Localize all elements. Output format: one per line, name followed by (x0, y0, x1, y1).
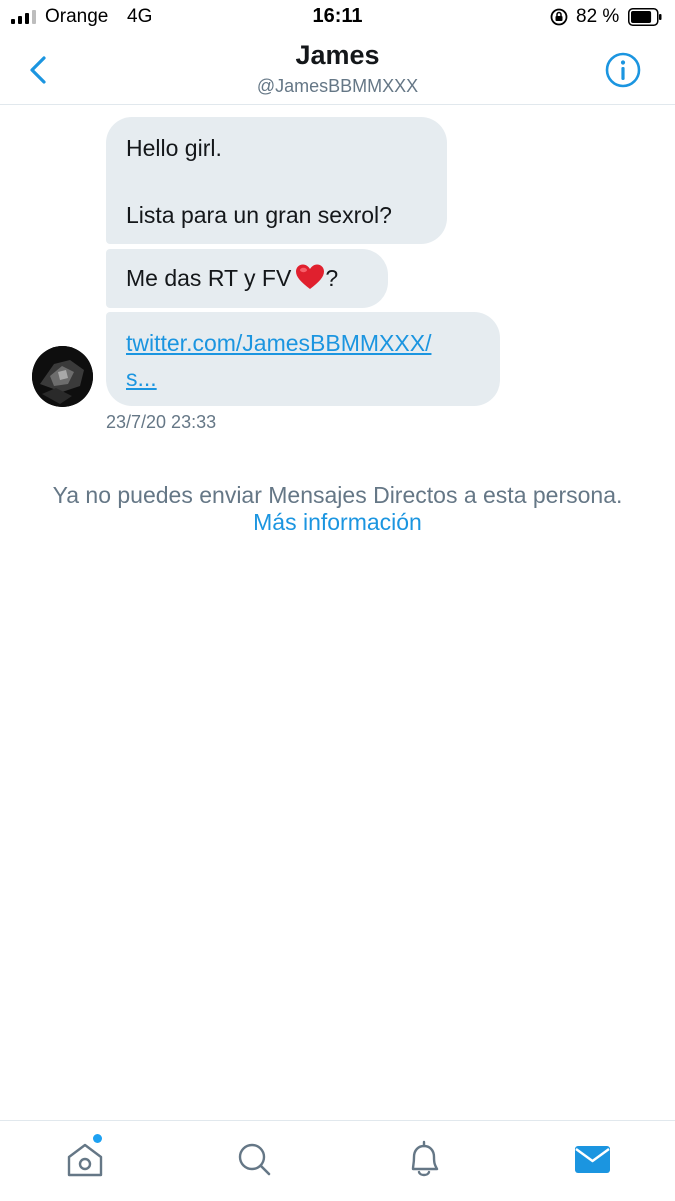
info-button[interactable] (604, 51, 642, 89)
message-bubble[interactable]: twitter.com/JamesBBMMXXX/ s... (106, 312, 500, 406)
message-text: Lista para un gran sexrol? (126, 202, 392, 228)
avatar[interactable] (32, 346, 93, 407)
message-bubble[interactable]: Me das RT y FV ? (106, 249, 388, 308)
rotation-lock-icon (550, 8, 568, 26)
contact-handle: @JamesBBMMXXX (256, 76, 419, 96)
message-bubble[interactable]: Hello girl. Lista para un gran sexrol? (106, 117, 447, 244)
status-bar: Orange 4G 16:11 82 % (0, 0, 675, 36)
bell-icon (411, 1140, 439, 1177)
tab-search[interactable] (234, 1137, 274, 1181)
home-icon (67, 1143, 103, 1177)
battery-percentage: 82 % (576, 6, 620, 27)
message-link[interactable]: twitter.com/JamesBBMMXXX/ (126, 326, 480, 361)
notification-dot (93, 1134, 102, 1143)
status-time: 16:11 (312, 5, 363, 27)
avatar-image (32, 346, 93, 407)
search-icon (238, 1143, 271, 1176)
message-text: Me das RT y FV (126, 265, 292, 291)
dm-restriction-notice: Ya no puedes enviar Mensajes Directos a … (52, 482, 623, 508)
more-info-link[interactable]: Más información (0, 509, 675, 536)
message-text: Hello girl. (126, 135, 222, 161)
tab-bar (0, 1120, 675, 1201)
conversation-header: James @JamesBBMMXXX (0, 36, 675, 105)
tab-home[interactable] (65, 1134, 105, 1181)
contact-name: James (295, 40, 380, 70)
message-link[interactable]: s... (126, 361, 480, 396)
mail-icon (575, 1146, 610, 1173)
tab-messages[interactable] (573, 1137, 613, 1181)
message-timestamp: 23/7/20 23:33 (106, 412, 217, 432)
message-suffix: ? (325, 265, 339, 291)
tab-notifications[interactable] (404, 1137, 444, 1181)
battery-icon (628, 8, 662, 26)
heart-emoji-icon (296, 264, 325, 289)
